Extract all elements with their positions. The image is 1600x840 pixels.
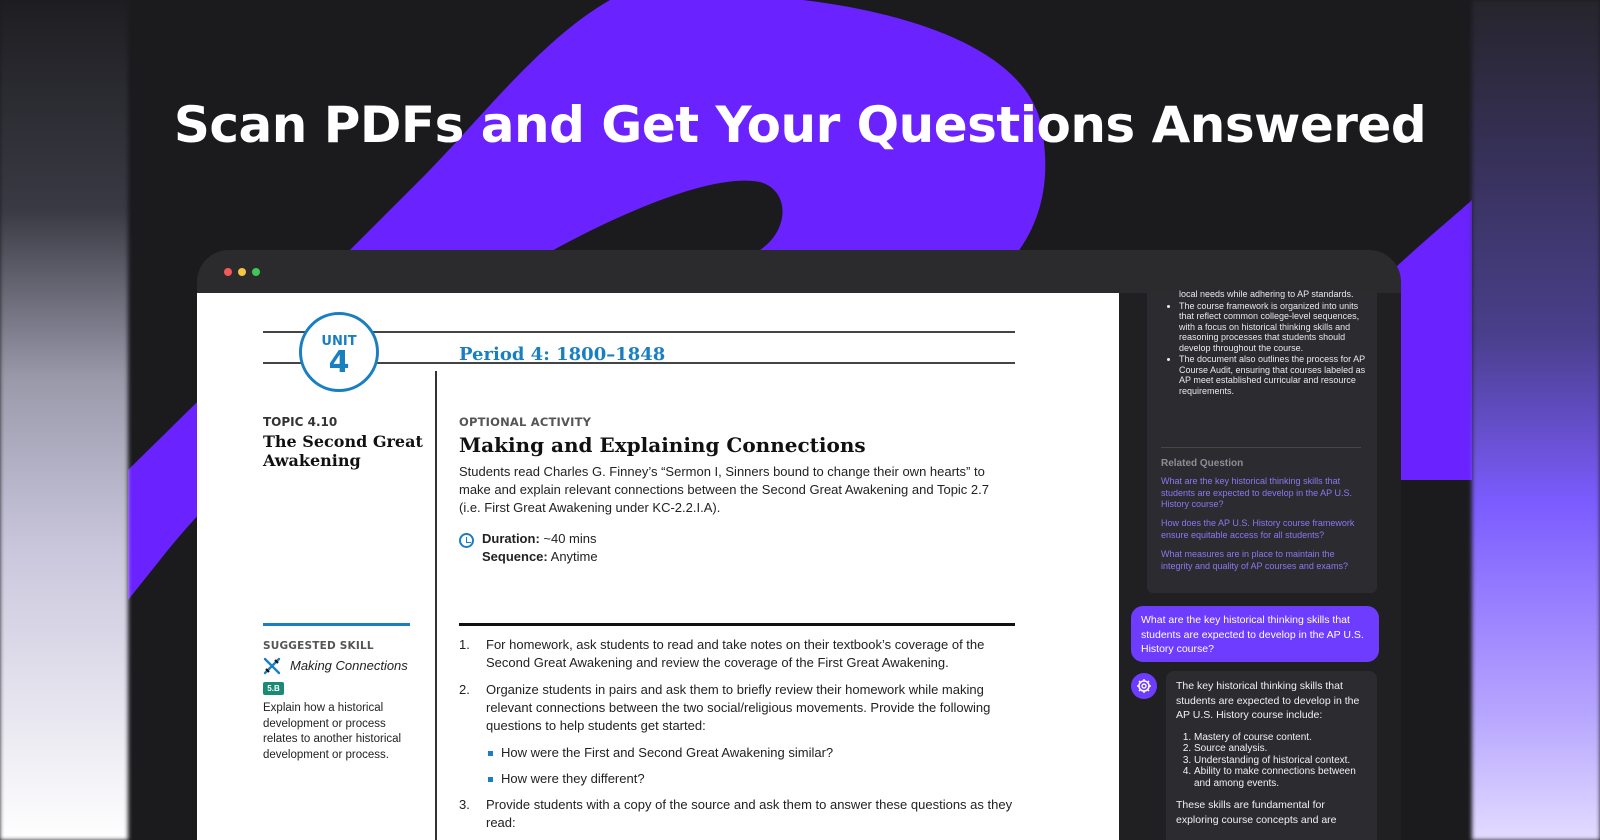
list-item: The course framework is organized into u… xyxy=(1179,301,1369,354)
activity-description: Students read Charles G. Finney’s “Sermo… xyxy=(459,464,989,515)
minimize-dot-icon[interactable] xyxy=(238,268,246,276)
pdf-document-page[interactable]: UNIT 4 Period 4: 1800–1848 TOPIC 4.10 Th… xyxy=(197,293,1119,840)
user-message-bubble: What are the key historical thinking ski… xyxy=(1131,606,1379,662)
app-window: UNIT 4 Period 4: 1800–1848 TOPIC 4.10 Th… xyxy=(197,250,1401,840)
unit-badge: UNIT 4 xyxy=(299,312,379,392)
list-item: The document also outlines the process f… xyxy=(1179,354,1369,396)
list-item: Understanding of historical context. xyxy=(1194,755,1367,767)
related-divider xyxy=(1161,447,1361,448)
related-question-heading: Related Question xyxy=(1161,458,1244,469)
step-text: Organize students in pairs and ask them … xyxy=(486,682,991,733)
skill-code-badge: 5.B xyxy=(263,682,284,695)
maximize-dot-icon[interactable] xyxy=(252,268,260,276)
sequence-label: Sequence: xyxy=(482,549,548,564)
bot-message-card: The key historical thinking skills that … xyxy=(1166,671,1377,840)
step-number: 1. xyxy=(459,637,470,652)
hero-title: Scan PDFs and Get Your Questions Answere… xyxy=(173,96,1427,154)
step-text: Provide students with a copy of the sour… xyxy=(486,797,1013,830)
duration-label: Duration: xyxy=(482,531,540,546)
bot-avatar xyxy=(1131,673,1157,699)
list-item: 1. For homework, ask students to read an… xyxy=(459,636,1015,672)
list-item: How were the First and Second Great Awak… xyxy=(459,744,1015,762)
chat-panel[interactable]: local needs while adhering to AP standar… xyxy=(1119,289,1401,840)
duration-value: ~40 mins xyxy=(539,531,597,546)
list-item: How were they different? xyxy=(459,770,1015,788)
related-question-link[interactable]: How does the AP U.S. History course fram… xyxy=(1161,518,1366,541)
clock-icon xyxy=(459,533,474,548)
unit-number: 4 xyxy=(328,345,350,380)
list-item: Mastery of course content. xyxy=(1194,732,1367,744)
skill-rule xyxy=(263,623,410,626)
step-text: For homework, ask students to read and t… xyxy=(486,637,985,670)
related-question-link[interactable]: What measures are in place to maintain t… xyxy=(1161,549,1366,572)
related-question-link[interactable]: What are the key historical thinking ski… xyxy=(1161,476,1366,511)
sequence-value: Anytime xyxy=(547,549,598,564)
close-dot-icon[interactable] xyxy=(224,268,232,276)
optional-activity-label: OPTIONAL ACTIVITY xyxy=(459,415,592,429)
tools-icon xyxy=(263,657,281,675)
header-rule-top xyxy=(263,331,1015,333)
step-number: 2. xyxy=(459,682,470,697)
window-controls xyxy=(224,268,260,276)
step-number: 3. xyxy=(459,797,470,812)
answer-bullets: local needs while adhering to AP standar… xyxy=(1179,289,1369,397)
gear-icon xyxy=(1137,679,1151,693)
skill-name: Making Connections xyxy=(290,658,408,673)
list-item: Source analysis. xyxy=(1194,743,1367,755)
assistant-answer-card: local needs while adhering to AP standar… xyxy=(1147,289,1377,593)
bot-outro: These skills are fundamental for explori… xyxy=(1176,799,1337,826)
topic-title: The Second Great Awakening xyxy=(263,432,423,470)
topic-number: TOPIC 4.10 xyxy=(263,415,338,429)
list-item: Ability to make connections between and … xyxy=(1194,766,1367,789)
bot-intro: The key historical thinking skills that … xyxy=(1176,680,1360,721)
promo-stage: Scan PDFs and Get Your Questions Answere… xyxy=(0,0,1600,840)
period-heading: Period 4: 1800–1848 xyxy=(459,344,666,365)
column-divider xyxy=(435,371,437,840)
suggested-skill-label: SUGGESTED SKILL xyxy=(263,640,374,652)
bot-skill-list: Mastery of course content. Source analys… xyxy=(1176,732,1367,790)
steps-rule xyxy=(459,623,1015,626)
list-item: 3. Provide students with a copy of the s… xyxy=(459,796,1015,832)
activity-title: Making and Explaining Connections xyxy=(459,433,866,457)
sequence-line: Sequence: Anytime xyxy=(482,549,598,564)
list-item: 2. Organize students in pairs and ask th… xyxy=(459,681,1015,735)
skill-description: Explain how a historical development or … xyxy=(263,702,402,761)
list-item: local needs while adhering to AP standar… xyxy=(1179,289,1354,299)
duration-line: Duration: ~40 mins xyxy=(482,531,597,546)
steps-list: 1. For homework, ask students to read an… xyxy=(459,636,1015,840)
